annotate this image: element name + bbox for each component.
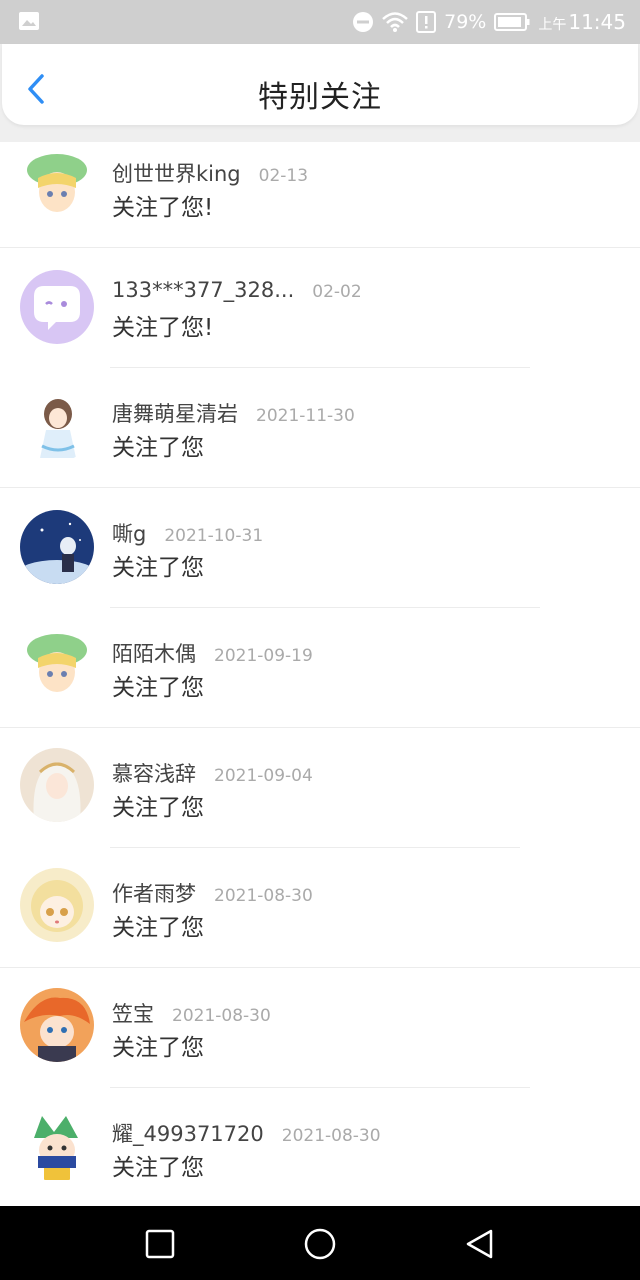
- gallery-icon: [19, 12, 39, 30]
- recent-apps-icon[interactable]: [142, 1226, 178, 1262]
- list-item[interactable]: 陌陌木偶 2021-09-19 关注了您: [0, 608, 640, 728]
- follow-date: 2021-11-30: [256, 406, 355, 426]
- avatar[interactable]: [20, 868, 94, 942]
- avatar[interactable]: [20, 748, 94, 822]
- alert-icon: [416, 11, 437, 33]
- follow-message: 关注了您: [112, 1035, 204, 1061]
- app-header: 特别关注: [2, 44, 638, 125]
- user-name: 嘶g: [112, 522, 147, 546]
- user-name: 133***377_328...: [112, 278, 295, 302]
- follow-date: 02-13: [258, 166, 309, 186]
- list-item[interactable]: 耀_499371720 2021-08-30 关注了您: [0, 1088, 640, 1208]
- user-name: 作者雨梦: [112, 882, 196, 906]
- back-triangle-icon[interactable]: [462, 1226, 498, 1262]
- follow-message: 关注了您: [112, 1155, 204, 1181]
- follow-message: 关注了您: [112, 915, 204, 941]
- follow-date: 2021-09-04: [214, 766, 313, 786]
- list-item[interactable]: 创世世界king 02-13 关注了您!: [0, 128, 640, 248]
- follow-message: 关注了您: [112, 435, 204, 461]
- list-item[interactable]: 笠宝 2021-08-30 关注了您: [0, 968, 640, 1088]
- time-text: 11:45: [568, 10, 626, 34]
- avatar[interactable]: [20, 270, 94, 344]
- user-name: 耀_499371720: [112, 1122, 264, 1146]
- user-name: 创世世界king: [112, 162, 241, 186]
- follow-date: 02-02: [312, 282, 362, 302]
- follow-message: 关注了您!: [112, 195, 214, 221]
- follow-date: 2021-09-19: [214, 646, 313, 666]
- user-name: 慕容浅辞: [112, 762, 196, 786]
- battery-percent: 79%: [444, 11, 487, 33]
- avatar[interactable]: [20, 1108, 94, 1182]
- follow-date: 2021-08-30: [172, 1006, 271, 1026]
- list-item[interactable]: 嘶g 2021-10-31 关注了您: [0, 488, 640, 608]
- follow-message: 关注了您: [112, 675, 204, 701]
- list-item[interactable]: 唐舞萌星清岩 2021-11-30 关注了您: [0, 368, 640, 488]
- list-item[interactable]: 慕容浅辞 2021-09-04 关注了您: [0, 728, 640, 848]
- avatar[interactable]: [20, 628, 94, 702]
- page-title: 特别关注: [258, 80, 382, 115]
- follow-date: 2021-08-30: [281, 1126, 381, 1146]
- avatar[interactable]: [20, 148, 94, 222]
- wifi-icon: [382, 12, 408, 32]
- home-icon[interactable]: [302, 1226, 338, 1262]
- user-name: 唐舞萌星清岩: [112, 402, 238, 426]
- time-prefix: 上午: [538, 17, 567, 33]
- clock: 上午 11:45: [538, 10, 626, 34]
- system-nav-bar: [0, 1206, 640, 1280]
- avatar[interactable]: [20, 388, 94, 462]
- do-not-disturb-icon: [353, 12, 374, 32]
- follow-date: 2021-08-30: [214, 886, 313, 906]
- follow-message: 关注了您: [112, 555, 204, 581]
- list-item[interactable]: 133***377_328... 02-02 关注了您!: [0, 248, 640, 368]
- list-item[interactable]: 作者雨梦 2021-08-30 关注了您: [0, 848, 640, 968]
- follow-message: 关注了您: [112, 795, 204, 821]
- status-bar: 79% 上午 11:45: [0, 0, 640, 44]
- user-name: 笠宝: [112, 1002, 154, 1026]
- avatar[interactable]: [20, 988, 94, 1062]
- follow-message: 关注了您!: [112, 315, 214, 341]
- avatar[interactable]: [20, 510, 94, 584]
- user-name: 陌陌木偶: [112, 642, 196, 666]
- follow-date: 2021-10-31: [164, 526, 264, 546]
- battery-icon: [494, 13, 530, 31]
